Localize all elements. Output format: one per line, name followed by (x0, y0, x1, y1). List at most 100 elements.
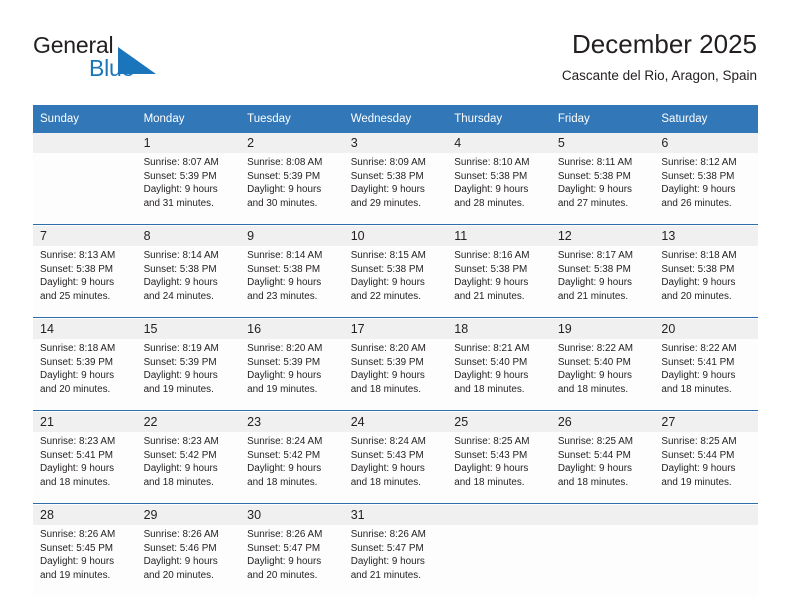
sunrise-text: Sunrise: 8:18 AM (661, 250, 737, 261)
daylight-text: Daylight: 9 hours (143, 184, 218, 196)
day-cell[interactable]: Sunrise: 8:14 AM Sunset: 5:38 PM Dayligh… (136, 246, 241, 317)
day-number[interactable]: 12 (550, 225, 655, 246)
day-cell[interactable] (33, 153, 137, 224)
day-cell[interactable]: Sunrise: 8:08 AM Sunset: 5:39 PM Dayligh… (240, 153, 344, 224)
day-cell[interactable]: Sunrise: 8:21 AM Sunset: 5:40 PM Dayligh… (447, 339, 551, 410)
day-cell[interactable]: Sunrise: 8:17 AM Sunset: 5:38 PM Dayligh… (550, 246, 655, 317)
daylight-text: Daylight: 9 hours (350, 277, 425, 289)
sunset-text: Sunset: 5:39 PM (40, 356, 114, 368)
day-number[interactable] (447, 504, 551, 525)
day-number[interactable]: 27 (654, 411, 758, 432)
day-number[interactable]: 21 (33, 411, 137, 432)
day-cell[interactable]: Sunrise: 8:13 AM Sunset: 5:38 PM Dayligh… (33, 246, 137, 317)
day-cell[interactable]: Sunrise: 8:26 AM Sunset: 5:45 PM Dayligh… (33, 525, 137, 596)
day-number[interactable]: 24 (343, 411, 448, 432)
day-number[interactable]: 2 (240, 133, 344, 153)
sunrise-sunset-calendar-table: Sunday Monday Tuesday Wednesday Thursday… (33, 105, 758, 596)
day-number[interactable]: 9 (240, 225, 344, 246)
daylight-text-cont: and 30 minutes. (247, 197, 318, 209)
sunrise-text: Sunrise: 8:22 AM (557, 343, 634, 354)
day-cell[interactable]: Sunrise: 8:25 AM Sunset: 5:44 PM Dayligh… (654, 432, 758, 503)
day-cell[interactable]: Sunrise: 8:10 AM Sunset: 5:38 PM Dayligh… (447, 153, 551, 224)
day-number[interactable]: 31 (343, 504, 448, 525)
day-cell[interactable]: Sunrise: 8:20 AM Sunset: 5:39 PM Dayligh… (240, 339, 344, 410)
day-cell[interactable]: Sunrise: 8:22 AM Sunset: 5:41 PM Dayligh… (654, 339, 758, 410)
day-number[interactable]: 10 (343, 225, 448, 246)
day-number[interactable]: 30 (240, 504, 344, 525)
daylight-text: Daylight: 9 hours (247, 370, 322, 382)
day-cell[interactable]: Sunrise: 8:15 AM Sunset: 5:38 PM Dayligh… (343, 246, 448, 317)
title-block: December 2025 Cascante del Rio, Aragon, … (562, 28, 757, 86)
day-number[interactable]: 19 (550, 318, 655, 339)
sunrise-text: Sunrise: 8:14 AM (247, 250, 323, 261)
weekday-header-thursday: Thursday (447, 105, 551, 133)
day-number[interactable]: 18 (447, 318, 551, 339)
day-cell[interactable] (550, 525, 655, 596)
day-cell[interactable]: Sunrise: 8:07 AM Sunset: 5:39 PM Dayligh… (136, 153, 241, 224)
day-cell[interactable]: Sunrise: 8:12 AM Sunset: 5:38 PM Dayligh… (654, 153, 758, 224)
sunset-text: Sunset: 5:38 PM (143, 263, 217, 275)
day-cell[interactable]: Sunrise: 8:23 AM Sunset: 5:42 PM Dayligh… (136, 432, 241, 503)
day-cell[interactable]: Sunrise: 8:18 AM Sunset: 5:38 PM Dayligh… (654, 246, 758, 317)
day-number[interactable] (33, 133, 137, 153)
sunrise-text: Sunrise: 8:16 AM (454, 250, 530, 261)
sunset-text: Sunset: 5:38 PM (454, 170, 528, 182)
sunrise-text: Sunrise: 8:14 AM (143, 250, 219, 261)
sunrise-text: Sunrise: 8:08 AM (247, 157, 323, 168)
day-number[interactable] (550, 504, 655, 525)
day-number[interactable]: 26 (550, 411, 655, 432)
day-cell[interactable]: Sunrise: 8:20 AM Sunset: 5:39 PM Dayligh… (343, 339, 448, 410)
day-number[interactable]: 25 (447, 411, 551, 432)
day-cell[interactable]: Sunrise: 8:18 AM Sunset: 5:39 PM Dayligh… (33, 339, 137, 410)
day-cell[interactable]: Sunrise: 8:26 AM Sunset: 5:47 PM Dayligh… (240, 525, 344, 596)
day-number[interactable]: 8 (136, 225, 241, 246)
day-cell[interactable]: Sunrise: 8:14 AM Sunset: 5:38 PM Dayligh… (240, 246, 344, 317)
sunrise-text: Sunrise: 8:25 AM (661, 436, 737, 447)
week-3-daynumber-row: 14 15 16 17 18 19 20 (33, 318, 758, 339)
day-number[interactable]: 20 (654, 318, 758, 339)
daylight-text-cont: and 20 minutes. (661, 290, 732, 302)
day-cell[interactable]: Sunrise: 8:11 AM Sunset: 5:38 PM Dayligh… (550, 153, 655, 224)
day-cell[interactable]: Sunrise: 8:25 AM Sunset: 5:44 PM Dayligh… (550, 432, 655, 503)
day-number[interactable]: 23 (240, 411, 344, 432)
general-blue-logo[interactable]: General Blue (33, 32, 213, 92)
day-cell[interactable]: Sunrise: 8:16 AM Sunset: 5:38 PM Dayligh… (447, 246, 551, 317)
sunset-text: Sunset: 5:39 PM (247, 170, 321, 182)
day-number[interactable]: 28 (33, 504, 137, 525)
day-cell[interactable]: Sunrise: 8:24 AM Sunset: 5:42 PM Dayligh… (240, 432, 344, 503)
day-number[interactable]: 11 (447, 225, 551, 246)
sunset-text: Sunset: 5:41 PM (40, 449, 114, 461)
day-cell[interactable]: Sunrise: 8:25 AM Sunset: 5:43 PM Dayligh… (447, 432, 551, 503)
day-cell[interactable] (447, 525, 551, 596)
day-number[interactable]: 15 (136, 318, 241, 339)
day-cell[interactable]: Sunrise: 8:26 AM Sunset: 5:47 PM Dayligh… (343, 525, 448, 596)
page-subtitle: Cascante del Rio, Aragon, Spain (561, 68, 757, 83)
sunrise-text: Sunrise: 8:23 AM (143, 436, 219, 447)
day-number[interactable]: 22 (136, 411, 241, 432)
day-number[interactable] (654, 504, 758, 525)
daylight-text: Daylight: 9 hours (247, 463, 322, 475)
day-number[interactable]: 4 (447, 133, 551, 153)
day-number[interactable]: 7 (33, 225, 137, 246)
day-cell[interactable] (654, 525, 758, 596)
day-number[interactable]: 29 (136, 504, 241, 525)
day-cell[interactable]: Sunrise: 8:22 AM Sunset: 5:40 PM Dayligh… (550, 339, 655, 410)
day-number[interactable]: 5 (550, 133, 655, 153)
day-number[interactable]: 14 (33, 318, 137, 339)
day-number[interactable]: 6 (654, 133, 758, 153)
day-number[interactable]: 3 (343, 133, 448, 153)
day-cell[interactable]: Sunrise: 8:19 AM Sunset: 5:39 PM Dayligh… (136, 339, 241, 410)
day-cell[interactable]: Sunrise: 8:09 AM Sunset: 5:38 PM Dayligh… (343, 153, 448, 224)
sunrise-text: Sunrise: 8:18 AM (40, 343, 116, 354)
week-5-daynumber-row: 28 29 30 31 (33, 504, 758, 525)
day-number[interactable]: 16 (240, 318, 344, 339)
day-number[interactable]: 17 (343, 318, 448, 339)
daylight-text-cont: and 29 minutes. (350, 197, 421, 209)
day-number[interactable]: 1 (136, 133, 241, 153)
daylight-text: Daylight: 9 hours (661, 463, 736, 475)
sunrise-text: Sunrise: 8:26 AM (247, 529, 323, 540)
day-cell[interactable]: Sunrise: 8:23 AM Sunset: 5:41 PM Dayligh… (33, 432, 137, 503)
day-cell[interactable]: Sunrise: 8:26 AM Sunset: 5:46 PM Dayligh… (136, 525, 241, 596)
day-number[interactable]: 13 (654, 225, 758, 246)
day-cell[interactable]: Sunrise: 8:24 AM Sunset: 5:43 PM Dayligh… (343, 432, 448, 503)
